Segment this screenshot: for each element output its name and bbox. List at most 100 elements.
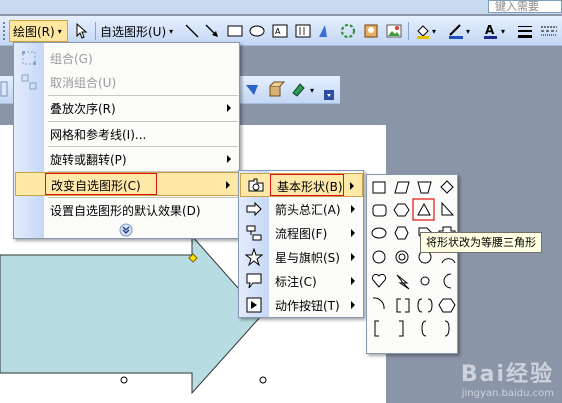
hexagon-shape-icon[interactable] <box>394 226 409 240</box>
trapezoid-shape-icon[interactable] <box>417 181 432 194</box>
autoshape-menu-label: 自选图形(U) <box>100 24 167 39</box>
title-strip <box>0 0 562 14</box>
toolbar-options-icon[interactable] <box>324 90 334 100</box>
diagram-icon[interactable] <box>340 23 356 39</box>
resize-handle-icon[interactable] <box>120 376 128 384</box>
rectangle-shape-icon[interactable] <box>372 181 386 194</box>
submenu-arrow-icon <box>351 253 355 261</box>
flowchart-icon <box>246 225 262 241</box>
menu-item-label: 叠放次序(R) <box>50 102 116 116</box>
svg-text:▾: ▾ <box>310 86 314 95</box>
shadow-style-icon[interactable] <box>244 81 262 99</box>
svg-text:▾: ▾ <box>466 27 470 36</box>
diamond-shape-icon[interactable] <box>440 180 454 194</box>
toolbar-separator <box>95 22 96 40</box>
pointer-icon <box>76 23 88 39</box>
submenu-arrow-icon <box>226 181 230 189</box>
fill-color-icon[interactable]: ▾ <box>415 23 439 39</box>
menu-item-label: 流程图(F) <box>275 227 328 241</box>
wordart-icon[interactable] <box>317 23 333 39</box>
submenu-arrow-icon <box>227 104 231 112</box>
rectangle-icon[interactable] <box>227 23 243 39</box>
isosceles-triangle-shape-icon[interactable] <box>417 202 431 216</box>
dropdown-arrow-icon: ▾ <box>169 26 174 36</box>
menu-item-default-effect[interactable]: 设置自选图形的默认效果(D) <box>14 198 239 222</box>
change-autoshape-submenu: 基本形状(B) 箭头总汇(A) 流程图(F) 星与旗帜(S) 标注(C) 动作按… <box>238 170 364 318</box>
menu-item-order[interactable]: 叠放次序(R) <box>14 96 239 120</box>
shape-tooltip: 将形状改为等腰三角形 <box>420 232 542 253</box>
draw-menu: 组合(G) 取消组合(U) 叠放次序(R) 网格和参考线(I)... 旋转或翻转… <box>13 42 240 239</box>
parallelogram-shape-icon[interactable] <box>394 181 410 194</box>
star-icon <box>245 248 263 266</box>
submenu-arrow-icon <box>227 155 231 163</box>
autoshape-menu-button[interactable]: 自选图形(U) ▾ <box>100 20 178 42</box>
vertical-textbox-icon[interactable] <box>295 23 311 39</box>
menu-item-label: 动作按钮(T) <box>275 299 340 313</box>
font-color-icon[interactable]: A ▾ <box>483 23 509 39</box>
double-brace-shape-icon[interactable] <box>417 298 433 313</box>
menu-item-rotate-flip[interactable]: 旋转或翻转(P) <box>14 147 239 171</box>
menu-item-label: 组合(G) <box>50 52 93 66</box>
right-bracket-shape-icon[interactable] <box>399 320 404 337</box>
submenu-arrow-icon <box>351 205 355 213</box>
highlight-box <box>270 174 344 196</box>
left-brace-shape-icon[interactable] <box>421 320 427 337</box>
submenu-arrow-icon <box>351 301 355 309</box>
left-bracket-shape-icon[interactable] <box>374 320 379 337</box>
highlight-box <box>45 173 157 195</box>
picture-icon[interactable] <box>386 23 402 39</box>
menu-item-grid-guides[interactable]: 网格和参考线(I)... <box>14 122 239 146</box>
submenu-arrow-icon <box>350 182 354 190</box>
oval-icon[interactable] <box>249 23 265 39</box>
double-chevron-down-icon[interactable] <box>119 223 133 237</box>
menu-item-flowchart[interactable]: 流程图(F) <box>239 221 363 245</box>
right-brace-shape-icon[interactable] <box>444 320 450 337</box>
group-icon <box>22 51 36 65</box>
ungroup-icon <box>21 74 37 90</box>
select-objects-button[interactable] <box>70 20 92 42</box>
menu-item-action-buttons[interactable]: 动作按钮(T) <box>239 293 363 317</box>
right-triangle-shape-icon[interactable] <box>441 201 455 216</box>
arrow-line-icon[interactable] <box>205 23 219 39</box>
submenu-arrow-icon <box>351 229 355 237</box>
sun-shape-icon[interactable] <box>420 276 430 286</box>
block-arc-shape-icon[interactable] <box>441 258 456 264</box>
double-bracket-shape-icon[interactable] <box>396 298 410 313</box>
line-icon[interactable] <box>185 23 199 39</box>
3d-style-icon[interactable] <box>267 81 285 99</box>
dropdown-arrow-icon: ▾ <box>57 26 62 36</box>
toolbar-grip[interactable] <box>3 22 6 40</box>
oval-shape-icon[interactable] <box>371 227 387 239</box>
rounded-rectangle-shape-icon[interactable] <box>372 204 387 217</box>
menu-item-ungroup[interactable]: 取消组合(U) <box>14 70 239 94</box>
line-color-icon[interactable]: ▾ <box>448 23 474 39</box>
block-arrows-icon <box>246 201 262 217</box>
menu-item-label: 设置自选图形的默认效果(D) <box>50 204 201 218</box>
draw-menu-button[interactable]: 绘图(R) ▾ <box>9 20 68 42</box>
submenu-arrow-icon <box>351 277 355 285</box>
moon-shape-icon[interactable] <box>443 273 452 289</box>
dash-style-icon[interactable] <box>540 23 558 39</box>
menu-item-callouts[interactable]: 标注(C) <box>239 269 363 293</box>
menu-item-block-arrows[interactable]: 箭头总汇(A) <box>239 197 363 221</box>
toolbar-fragment-icon <box>0 81 8 97</box>
lightning-shape-icon[interactable] <box>396 274 410 290</box>
arc-shape-icon[interactable] <box>372 297 385 310</box>
heart-shape-icon[interactable] <box>371 273 387 288</box>
help-search-input[interactable]: 键入需要 <box>488 0 562 13</box>
draw-menu-label: 绘图(R) <box>13 24 55 39</box>
line-style-icon[interactable] <box>517 23 533 39</box>
callout-icon <box>246 273 262 289</box>
textbox-icon[interactable]: A <box>272 23 288 39</box>
clipart-icon[interactable] <box>363 23 379 39</box>
highlight-icon[interactable]: ▾ <box>290 81 320 99</box>
watermark: Bai经验 jingyan.baidu.com <box>461 356 554 399</box>
menu-item-stars-banners[interactable]: 星与旗帜(S) <box>239 245 363 269</box>
octagon-shape-icon[interactable] <box>393 203 410 217</box>
menu-item-group[interactable]: 组合(G) <box>14 46 239 70</box>
svg-text:A: A <box>485 23 495 37</box>
smiley-shape-icon[interactable] <box>372 250 386 264</box>
svg-text:A: A <box>275 27 281 36</box>
resize-handle-icon[interactable] <box>259 376 267 384</box>
plaque-shape-icon[interactable] <box>438 298 456 313</box>
